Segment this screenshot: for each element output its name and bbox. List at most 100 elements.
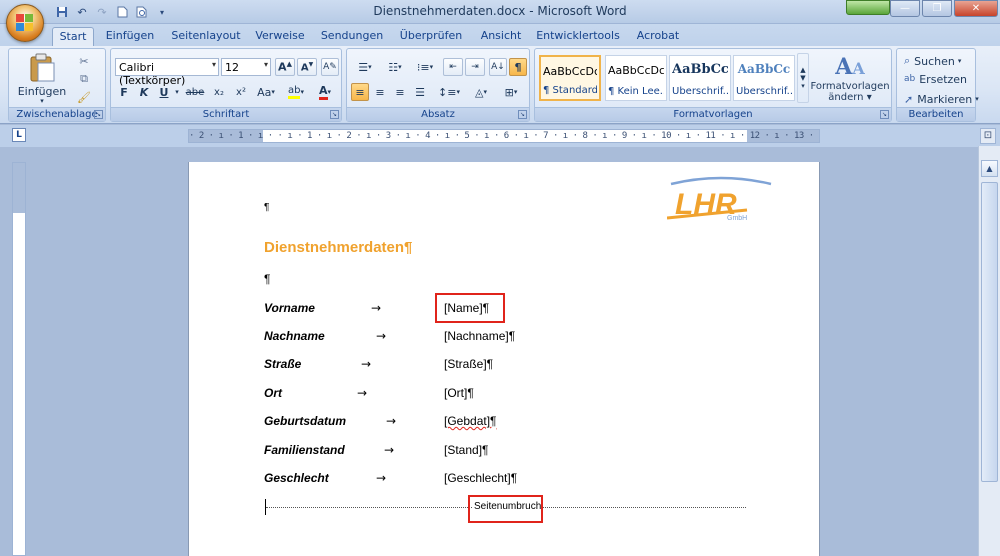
align-right-button[interactable]: ≡ [391, 83, 409, 101]
chevron-up-icon: ▲ [800, 66, 806, 74]
minimize-icon[interactable]: — [890, 0, 920, 17]
show-formatting-button[interactable]: ¶ [509, 58, 527, 76]
strikethrough-button[interactable]: abe [183, 83, 207, 101]
clear-format-button[interactable]: A✎ [321, 58, 339, 76]
window-accent [846, 0, 890, 15]
style-kein-leerraum[interactable]: AaBbCcDc ¶ Kein Lee... [605, 55, 667, 101]
chevron-down-icon: ▾ [271, 88, 275, 96]
align-center-button[interactable]: ≡ [371, 83, 389, 101]
chevron-down-icon: ▾ [483, 88, 487, 96]
document-page[interactable]: LHR GmbH ¶ Dienstnehmerdaten¶ ¶ Vorname … [188, 162, 820, 556]
tab-einfuegen[interactable]: Einfügen [101, 27, 159, 46]
tab-selector[interactable]: L [12, 128, 26, 142]
close-icon[interactable]: ✕ [954, 0, 998, 17]
copy-icon: ⧉ [80, 72, 88, 85]
decrease-indent-button[interactable]: ⇤ [443, 58, 463, 76]
tab-acrobat[interactable]: Acrobat [632, 27, 684, 46]
more-icon: ▾ [801, 82, 805, 90]
style-sample: AaBbCc [737, 62, 791, 76]
field-value-nachname[interactable]: [Nachname]¶ [444, 329, 515, 343]
format-painter-button[interactable]: 🖌 [73, 89, 95, 105]
change-styles-label-1: Formatvorlagen [810, 81, 890, 92]
dialog-launcher-icon[interactable]: ↘ [94, 110, 103, 119]
change-styles-button[interactable]: AA Formatvorlagen ändern ▾ [810, 51, 890, 107]
change-case-button[interactable]: Aa ▾ [253, 83, 279, 101]
chevron-down-icon: ▾ [40, 97, 44, 105]
cut-button[interactable]: ✂ [73, 53, 95, 69]
justify-button[interactable]: ☰ [411, 83, 429, 101]
style-heading-1[interactable]: AaBbCc Überschrif... [669, 55, 731, 101]
copy-button[interactable]: ⧉ [73, 71, 95, 87]
superscript-button[interactable]: x² [231, 83, 251, 101]
numbering-button[interactable]: ☷ ▾ [381, 58, 409, 76]
ruler-toggle-icon[interactable]: ⊡ [980, 128, 996, 144]
underline-dropdown[interactable]: ▾ [173, 83, 181, 101]
grow-font-icon: A▲ [278, 60, 292, 74]
document-heading: Dienstnehmerdaten¶ [264, 239, 413, 256]
chevron-down-icon: ▾ [975, 95, 979, 103]
style-standard[interactable]: AaBbCcDc ¶ Standard [539, 55, 601, 101]
tab-ansicht[interactable]: Ansicht [476, 27, 526, 46]
style-heading-2[interactable]: AaBbCc Überschrif... [733, 55, 795, 101]
highlight-button[interactable]: ab ▾ [283, 83, 309, 101]
grow-font-button[interactable]: A▲ [275, 58, 295, 76]
select-button[interactable]: ➚ Markieren ▾ [899, 90, 979, 108]
office-logo-icon [16, 14, 34, 32]
subscript-button[interactable]: x₂ [209, 83, 229, 101]
vertical-scrollbar[interactable]: ▲ [978, 146, 1000, 556]
field-value-geburtsdatum[interactable]: [Gebdat]¶ [444, 414, 496, 428]
dialog-launcher-icon[interactable]: ↘ [330, 110, 339, 119]
tab-sendungen[interactable]: Sendungen [318, 27, 386, 46]
office-button[interactable] [6, 4, 44, 42]
chevron-down-icon: ▾ [456, 88, 460, 96]
font-color-button[interactable]: A ▾ [311, 83, 339, 101]
scroll-thumb[interactable] [981, 182, 998, 482]
dialog-launcher-icon[interactable]: ↘ [880, 110, 889, 119]
shrink-font-button[interactable]: A▼ [297, 58, 317, 76]
field-value-ort[interactable]: [Ort]¶ [444, 386, 474, 400]
tab-ueberpruefen[interactable]: Überprüfen [396, 27, 466, 46]
bullet-list-icon: ☰ [358, 60, 369, 74]
chevron-down-icon: ▾ [429, 63, 434, 71]
shading-button[interactable]: ◬ ▾ [467, 83, 495, 101]
field-value-familienstand[interactable]: [Stand]¶ [444, 443, 488, 457]
styles-scroll[interactable]: ▲ ▼ ▾ [797, 53, 809, 103]
bold-button[interactable]: F [115, 83, 133, 101]
line-spacing-icon: ↕≡ [438, 85, 457, 99]
tab-verweise[interactable]: Verweise [252, 27, 308, 46]
field-value-strasse[interactable]: [Straße]¶ [444, 357, 493, 371]
increase-indent-button[interactable]: ⇥ [465, 58, 485, 76]
italic-button[interactable]: K [135, 83, 153, 101]
vertical-ruler[interactable] [12, 162, 26, 556]
find-label: Suchen [914, 54, 955, 68]
line-spacing-button[interactable]: ↕≡ ▾ [435, 83, 463, 101]
group-clipboard: Einfügen ▾ ✂ ⧉ 🖌 Zwischenablage ↘ [8, 48, 106, 122]
cursor-icon: ➚ [904, 92, 914, 106]
font-size-select[interactable]: 12 ▾ [221, 58, 271, 76]
sort-button[interactable]: A↓ [489, 58, 507, 76]
window-controls: — ❐ ✕ [890, 0, 998, 17]
tab-seitenlayout[interactable]: Seitenlayout [170, 27, 242, 46]
tab-arrow-icon: → [357, 386, 368, 400]
tab-entwicklertools[interactable]: Entwicklertools [536, 27, 620, 46]
bullets-button[interactable]: ☰ ▾ [351, 58, 379, 76]
replace-label: Ersetzen [919, 72, 968, 86]
scroll-up-icon[interactable]: ▲ [981, 160, 998, 177]
maximize-icon[interactable]: ❐ [922, 0, 952, 17]
find-button[interactable]: ⌕ Suchen ▾ [899, 52, 973, 70]
logo-subtext: GmbH [727, 215, 747, 222]
dialog-launcher-icon[interactable]: ↘ [518, 110, 527, 119]
field-value-geschlecht[interactable]: [Geschlecht]¶ [444, 471, 517, 485]
highlight-box [435, 293, 505, 323]
multilevel-list-button[interactable]: ⁝≡ ▾ [411, 58, 439, 76]
replace-button[interactable]: ab Ersetzen [899, 70, 973, 88]
tab-start[interactable]: Start [52, 27, 94, 46]
underline-button[interactable]: U [155, 83, 173, 101]
font-name-select[interactable]: Calibri (Textkörper) ▾ [115, 58, 219, 87]
sort-icon: A↓ [491, 62, 505, 72]
borders-button[interactable]: ⊞ ▾ [497, 83, 525, 101]
align-left-button[interactable]: ≡ [351, 83, 369, 101]
horizontal-ruler[interactable]: · 2 · ı · 1 · ı · · ı · 1 · ı · 2 · ı · … [188, 129, 820, 143]
paste-button[interactable]: Einfügen ▾ [18, 51, 66, 107]
company-logo: LHR GmbH [667, 176, 772, 222]
